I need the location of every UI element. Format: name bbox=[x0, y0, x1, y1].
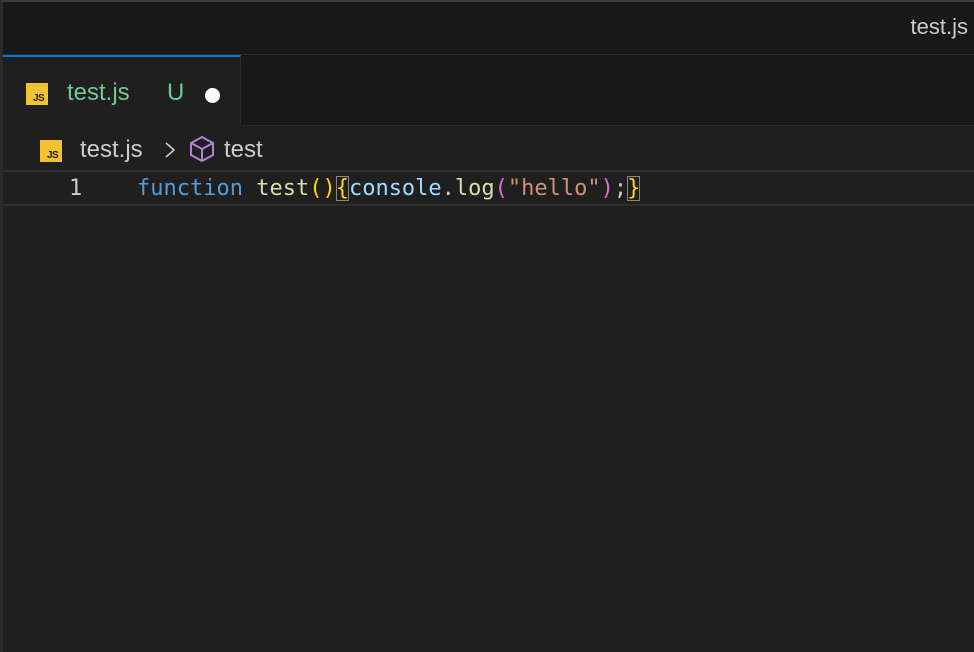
token-semicolon: ; bbox=[613, 176, 628, 201]
symbol-cube-icon bbox=[190, 135, 214, 163]
breadcrumb: JS test.js test bbox=[3, 126, 974, 170]
tab-bar: JS test.js U bbox=[3, 55, 974, 126]
token-keyword: function bbox=[137, 176, 243, 201]
token-paren-open: ( bbox=[309, 176, 323, 201]
code-text[interactable]: function test(){console.log("hello");} bbox=[137, 176, 641, 201]
token-brace-open: { bbox=[335, 176, 349, 201]
token-object: console bbox=[348, 176, 442, 201]
breadcrumb-file[interactable]: test.js bbox=[80, 136, 143, 164]
tab-label: test.js bbox=[67, 79, 130, 106]
chevron-right-icon bbox=[165, 142, 176, 158]
tab-test-js[interactable]: JS test.js U bbox=[3, 55, 241, 126]
token-function-name: test bbox=[256, 176, 310, 201]
code-editor[interactable]: 1 function test(){console.log("hello");} bbox=[3, 170, 974, 652]
code-line[interactable]: 1 function test(){console.log("hello");} bbox=[3, 170, 974, 206]
js-file-icon: JS bbox=[26, 83, 48, 105]
js-file-icon: JS bbox=[40, 140, 62, 162]
token-method: log bbox=[454, 176, 495, 201]
token-string: "hello" bbox=[507, 176, 601, 201]
token-paren-close: ) bbox=[322, 176, 336, 201]
breadcrumb-symbol[interactable]: test bbox=[224, 136, 263, 164]
editor-window: test.js JS test.js U JS test.js test 1 f… bbox=[0, 0, 974, 652]
git-untracked-badge: U bbox=[167, 79, 185, 106]
window-title: test.js bbox=[910, 14, 968, 39]
token-brace-close: } bbox=[627, 176, 641, 201]
token-dot: . bbox=[441, 176, 455, 201]
token-call-close: ) bbox=[600, 176, 614, 201]
token-call-open: ( bbox=[494, 176, 508, 201]
line-number: 1 bbox=[69, 176, 83, 201]
unsaved-changes-dot-icon[interactable] bbox=[205, 88, 220, 103]
title-bar: test.js bbox=[3, 2, 974, 55]
